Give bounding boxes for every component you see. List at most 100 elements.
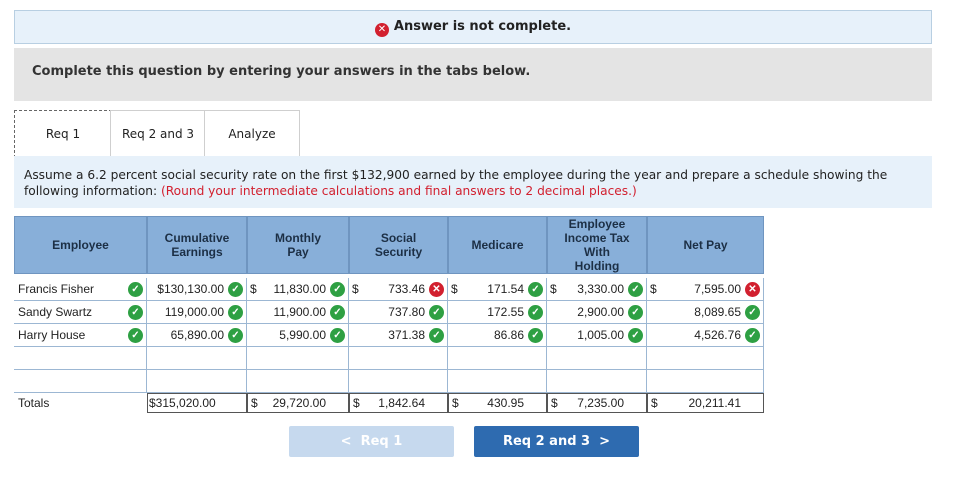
currency-symbol: $ <box>250 282 257 296</box>
table-input-cumulative[interactable]: 65,890.00 ✓ ✓ <box>128 324 247 347</box>
prompt-hint: (Round your intermediate calculations an… <box>160 184 637 198</box>
cell-value: 11,900.00 <box>273 305 327 319</box>
table-input-medicare[interactable]: 86.86 ✓ <box>448 324 547 347</box>
column-header: Net Pay <box>647 216 764 274</box>
table-input-net[interactable] <box>647 370 764 393</box>
table-input-cumulative[interactable] <box>147 347 247 370</box>
table-input-tax[interactable]: 1,005.00 ✓ <box>547 324 647 347</box>
table-input-cumulative[interactable]: $130,130.00 ✓ ✓ <box>128 278 247 301</box>
table-input-cumulative[interactable]: 119,000.00 ✓ ✓ <box>128 301 247 324</box>
correct-check-icon: ✓ <box>745 328 760 343</box>
cell-value: 3,330.00 <box>577 282 624 296</box>
question-prompt: Assume a 6.2 percent social security rat… <box>14 156 932 208</box>
column-header: Medicare <box>448 216 547 274</box>
table-input-tax[interactable] <box>547 370 647 393</box>
table-input-monthly[interactable]: 5,990.00 ✓ <box>247 324 349 347</box>
table-input-social[interactable]: 737.80 ✓ <box>349 301 448 324</box>
table-input-monthly[interactable] <box>247 370 349 393</box>
correct-check-icon: ✓ <box>128 305 143 320</box>
table-input-medicare[interactable] <box>448 370 547 393</box>
cell-value: 11,830.00 <box>273 282 327 296</box>
currency-symbol: $ <box>650 282 657 296</box>
tab-req-1[interactable]: Req 1 <box>14 110 112 158</box>
instructions-bar: Complete this question by entering your … <box>14 48 932 101</box>
totals-label: Totals <box>18 396 50 410</box>
table-input-net[interactable]: 4,526.76 ✓ <box>647 324 764 347</box>
tab-analyze[interactable]: Analyze <box>204 110 300 157</box>
table-input-cumulative[interactable] <box>147 370 247 393</box>
total-value: 29,720.00 <box>272 396 326 410</box>
totals-tax: 7,235.00 $ <box>547 393 647 413</box>
column-header: Cumulative Earnings <box>147 216 247 274</box>
total-value: $315,020.00 <box>149 396 216 410</box>
cell-value: 7,595.00 <box>694 282 741 296</box>
table-input-tax[interactable]: 2,900.00 ✓ <box>547 301 647 324</box>
currency-symbol: $ <box>551 396 558 410</box>
table-input-monthly[interactable]: 11,830.00 $ ✓ <box>247 278 349 301</box>
currency-symbol: $ <box>451 282 458 296</box>
correct-check-icon: ✓ <box>628 328 643 343</box>
correct-check-icon: ✓ <box>128 282 143 297</box>
table-input-medicare[interactable]: 172.55 ✓ <box>448 301 547 324</box>
column-header: Employee <box>14 216 147 274</box>
prev-button-label: Req 1 <box>360 434 403 449</box>
cell-value: 172.55 <box>487 305 524 319</box>
total-value: 430.95 <box>487 396 524 410</box>
table-input-social[interactable]: 733.46 $ ✕ <box>349 278 448 301</box>
totals-net: 20,211.41 $ <box>647 393 764 413</box>
table-input-social[interactable]: 371.38 ✓ <box>349 324 448 347</box>
correct-check-icon: ✓ <box>528 328 543 343</box>
totals-monthly: 29,720.00 $ <box>247 393 349 413</box>
next-req-button[interactable]: Req 2 and 3 > <box>474 426 639 457</box>
cell-value: 86.86 <box>493 328 524 342</box>
cell-value: 371.38 <box>388 328 425 342</box>
cell-value: 8,089.65 <box>694 305 741 319</box>
cell-value: 65,890.00 <box>170 328 224 342</box>
totals-social: 1,842.64 $ <box>349 393 448 413</box>
cell-value: 733.46 <box>388 282 425 296</box>
prev-req-button[interactable]: < Req 1 <box>289 426 454 457</box>
payroll-schedule-table: Employee Cumulative Earnings Monthly Pay So… <box>14 216 764 416</box>
correct-check-icon: ✓ <box>429 305 444 320</box>
cell-value: 2,900.00 <box>577 305 624 319</box>
correct-check-icon: ✓ <box>330 305 345 320</box>
table-input-medicare[interactable] <box>448 347 547 370</box>
cell-value: 119,000.00 <box>164 305 224 319</box>
answer-status-banner: ✕ Answer is not complete. <box>14 10 932 44</box>
correct-check-icon: ✓ <box>528 282 543 297</box>
total-value: 1,842.64 <box>378 396 425 410</box>
status-text: Answer is not complete. <box>393 19 572 34</box>
correct-check-icon: ✓ <box>528 305 543 320</box>
table-input-net[interactable]: 7,595.00 $ ✕ <box>647 278 764 301</box>
column-header: Social Security <box>349 216 448 274</box>
table-input-tax[interactable] <box>547 347 647 370</box>
correct-check-icon: ✓ <box>628 305 643 320</box>
cell-value: $130,130.00 <box>157 282 224 296</box>
table-input-medicare[interactable]: 171.54 $ ✓ <box>448 278 547 301</box>
table-input-monthly[interactable] <box>247 347 349 370</box>
table-input-monthly[interactable]: 11,900.00 ✓ <box>247 301 349 324</box>
cell-value: 4,526.76 <box>694 328 741 342</box>
instructions-text: Complete this question by entering your … <box>32 64 531 79</box>
table-input-social[interactable] <box>349 347 448 370</box>
correct-check-icon: ✓ <box>128 328 143 343</box>
correct-check-icon: ✓ <box>628 282 643 297</box>
currency-symbol: $ <box>452 396 459 410</box>
correct-check-icon: ✓ <box>228 282 243 297</box>
table-input-tax[interactable]: 3,330.00 $ ✓ <box>547 278 647 301</box>
column-header: Employee Income Tax With Holding <box>547 216 647 274</box>
table-input-social[interactable] <box>349 370 448 393</box>
column-header: Monthly Pay <box>247 216 349 274</box>
currency-symbol: $ <box>353 396 360 410</box>
table-input-net[interactable]: 8,089.65 ✓ <box>647 301 764 324</box>
total-value: 7,235.00 <box>577 396 624 410</box>
totals-cumulative: $315,020.00 <box>147 393 247 413</box>
x-circle-icon: ✕ <box>374 23 389 37</box>
currency-symbol: $ <box>251 396 258 410</box>
currency-symbol: $ <box>352 282 359 296</box>
correct-check-icon: ✓ <box>228 328 243 343</box>
employee-name-cell <box>14 347 147 370</box>
table-input-net[interactable] <box>647 347 764 370</box>
cell-value: 737.80 <box>388 305 425 319</box>
tab-req-2-and-3[interactable]: Req 2 and 3 <box>110 110 206 157</box>
